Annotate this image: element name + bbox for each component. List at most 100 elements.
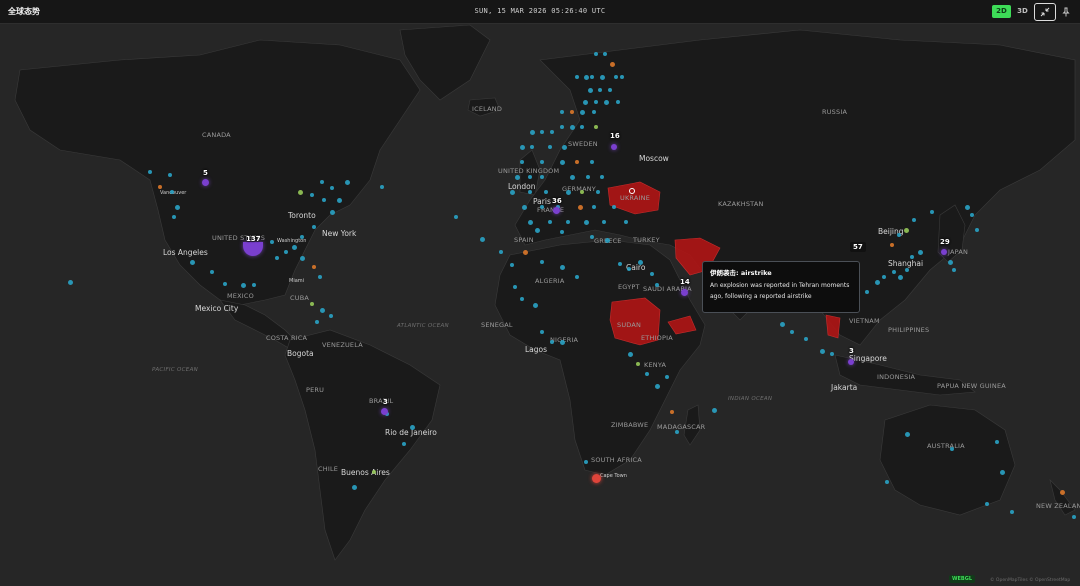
news-event-dot[interactable]: [528, 190, 532, 194]
news-event-dot[interactable]: [590, 235, 594, 239]
news-event-dot[interactable]: [560, 125, 564, 129]
news-event-dot[interactable]: [566, 190, 571, 195]
news-event-dot[interactable]: [616, 100, 620, 104]
news-event-dot[interactable]: [560, 160, 565, 165]
news-event-dot[interactable]: [190, 260, 195, 265]
news-event-dot[interactable]: [575, 275, 579, 279]
news-event-dot[interactable]: [523, 250, 528, 255]
news-event-dot[interactable]: [605, 238, 610, 243]
news-event-dot[interactable]: [540, 175, 544, 179]
news-event-dot[interactable]: [892, 270, 896, 274]
cluster-marker-europe[interactable]: [553, 207, 560, 214]
news-event-dot[interactable]: [603, 52, 607, 56]
news-event-dot[interactable]: [528, 175, 532, 179]
news-event-dot[interactable]: [337, 198, 342, 203]
news-event-dot[interactable]: [560, 230, 564, 234]
news-event-dot[interactable]: [528, 220, 533, 225]
news-event-dot[interactable]: [650, 272, 654, 276]
news-event-dot[interactable]: [300, 235, 304, 239]
news-event-dot[interactable]: [948, 260, 953, 265]
news-event-dot[interactable]: [223, 282, 227, 286]
news-event-dot[interactable]: [158, 185, 162, 189]
news-event-dot[interactable]: [241, 283, 246, 288]
news-event-dot[interactable]: [965, 205, 970, 210]
news-event-dot[interactable]: [655, 384, 660, 389]
news-event-dot[interactable]: [330, 186, 334, 190]
news-event-dot[interactable]: [950, 447, 954, 451]
news-event-dot[interactable]: [510, 190, 515, 195]
news-event-dot[interactable]: [598, 88, 602, 92]
cluster-marker-canada[interactable]: [202, 179, 209, 186]
news-event-dot[interactable]: [588, 88, 593, 93]
news-event-dot[interactable]: [410, 425, 415, 430]
news-event-dot[interactable]: [380, 185, 384, 189]
news-event-dot[interactable]: [570, 110, 574, 114]
news-event-dot[interactable]: [905, 268, 909, 272]
news-event-dot[interactable]: [530, 145, 534, 149]
news-event-dot[interactable]: [620, 75, 624, 79]
news-event-dot[interactable]: [580, 125, 584, 129]
news-event-dot[interactable]: [602, 220, 606, 224]
news-event-dot[interactable]: [624, 220, 628, 224]
news-event-dot[interactable]: [175, 205, 180, 210]
cluster-marker-singapore[interactable]: [848, 359, 854, 365]
news-event-dot[interactable]: [275, 256, 279, 260]
news-event-dot[interactable]: [665, 375, 669, 379]
news-event-dot[interactable]: [670, 410, 674, 414]
news-event-dot[interactable]: [318, 275, 322, 279]
news-event-dot[interactable]: [594, 125, 598, 129]
news-event-dot[interactable]: [970, 213, 974, 217]
news-event-dot[interactable]: [68, 280, 73, 285]
news-event-dot[interactable]: [614, 75, 618, 79]
news-event-dot[interactable]: [1000, 470, 1005, 475]
cluster-marker-brazil[interactable]: [381, 408, 388, 415]
news-event-dot[interactable]: [584, 75, 589, 80]
news-event-dot[interactable]: [600, 75, 605, 80]
news-event-dot[interactable]: [912, 218, 916, 222]
news-event-dot[interactable]: [712, 408, 717, 413]
cluster-marker-middle-east[interactable]: [681, 289, 688, 296]
news-event-dot[interactable]: [804, 337, 808, 341]
news-event-dot[interactable]: [513, 285, 517, 289]
news-event-dot[interactable]: [592, 205, 596, 209]
news-event-dot[interactable]: [560, 340, 565, 345]
news-event-dot[interactable]: [540, 260, 544, 264]
cluster-marker-japan[interactable]: [941, 249, 947, 255]
cluster-marker-nordic[interactable]: [611, 144, 617, 150]
news-event-dot[interactable]: [890, 243, 894, 247]
news-event-dot[interactable]: [312, 265, 316, 269]
news-event-dot[interactable]: [548, 145, 552, 149]
news-event-dot[interactable]: [820, 349, 825, 354]
news-event-dot[interactable]: [330, 210, 335, 215]
news-event-dot[interactable]: [320, 308, 325, 313]
news-event-dot[interactable]: [580, 190, 584, 194]
news-event-dot[interactable]: [594, 100, 598, 104]
news-event-dot[interactable]: [578, 205, 583, 210]
news-event-dot[interactable]: [627, 267, 631, 271]
news-event-dot[interactable]: [322, 198, 326, 202]
news-event-dot[interactable]: [570, 175, 575, 180]
news-event-dot[interactable]: [618, 262, 622, 266]
news-event-dot[interactable]: [454, 215, 458, 219]
news-event-dot[interactable]: [372, 470, 376, 474]
news-event-dot[interactable]: [590, 160, 594, 164]
news-event-dot[interactable]: [329, 314, 333, 318]
news-event-dot[interactable]: [897, 233, 901, 237]
news-event-dot[interactable]: [575, 160, 579, 164]
news-event-dot[interactable]: [520, 145, 525, 150]
news-event-dot[interactable]: [898, 275, 903, 280]
news-event-dot[interactable]: [584, 460, 588, 464]
news-event-dot[interactable]: [480, 237, 485, 242]
news-event-dot[interactable]: [148, 170, 152, 174]
news-event-dot[interactable]: [655, 283, 659, 287]
news-event-dot[interactable]: [882, 275, 886, 279]
news-event-dot[interactable]: [952, 268, 956, 272]
news-event-dot[interactable]: [570, 125, 575, 130]
news-event-dot[interactable]: [320, 180, 324, 184]
news-event-dot[interactable]: [612, 205, 616, 209]
news-event-dot[interactable]: [300, 256, 305, 261]
news-event-dot[interactable]: [170, 190, 174, 194]
news-event-dot[interactable]: [540, 330, 544, 334]
news-event-dot[interactable]: [600, 175, 604, 179]
news-event-dot[interactable]: [575, 75, 579, 79]
